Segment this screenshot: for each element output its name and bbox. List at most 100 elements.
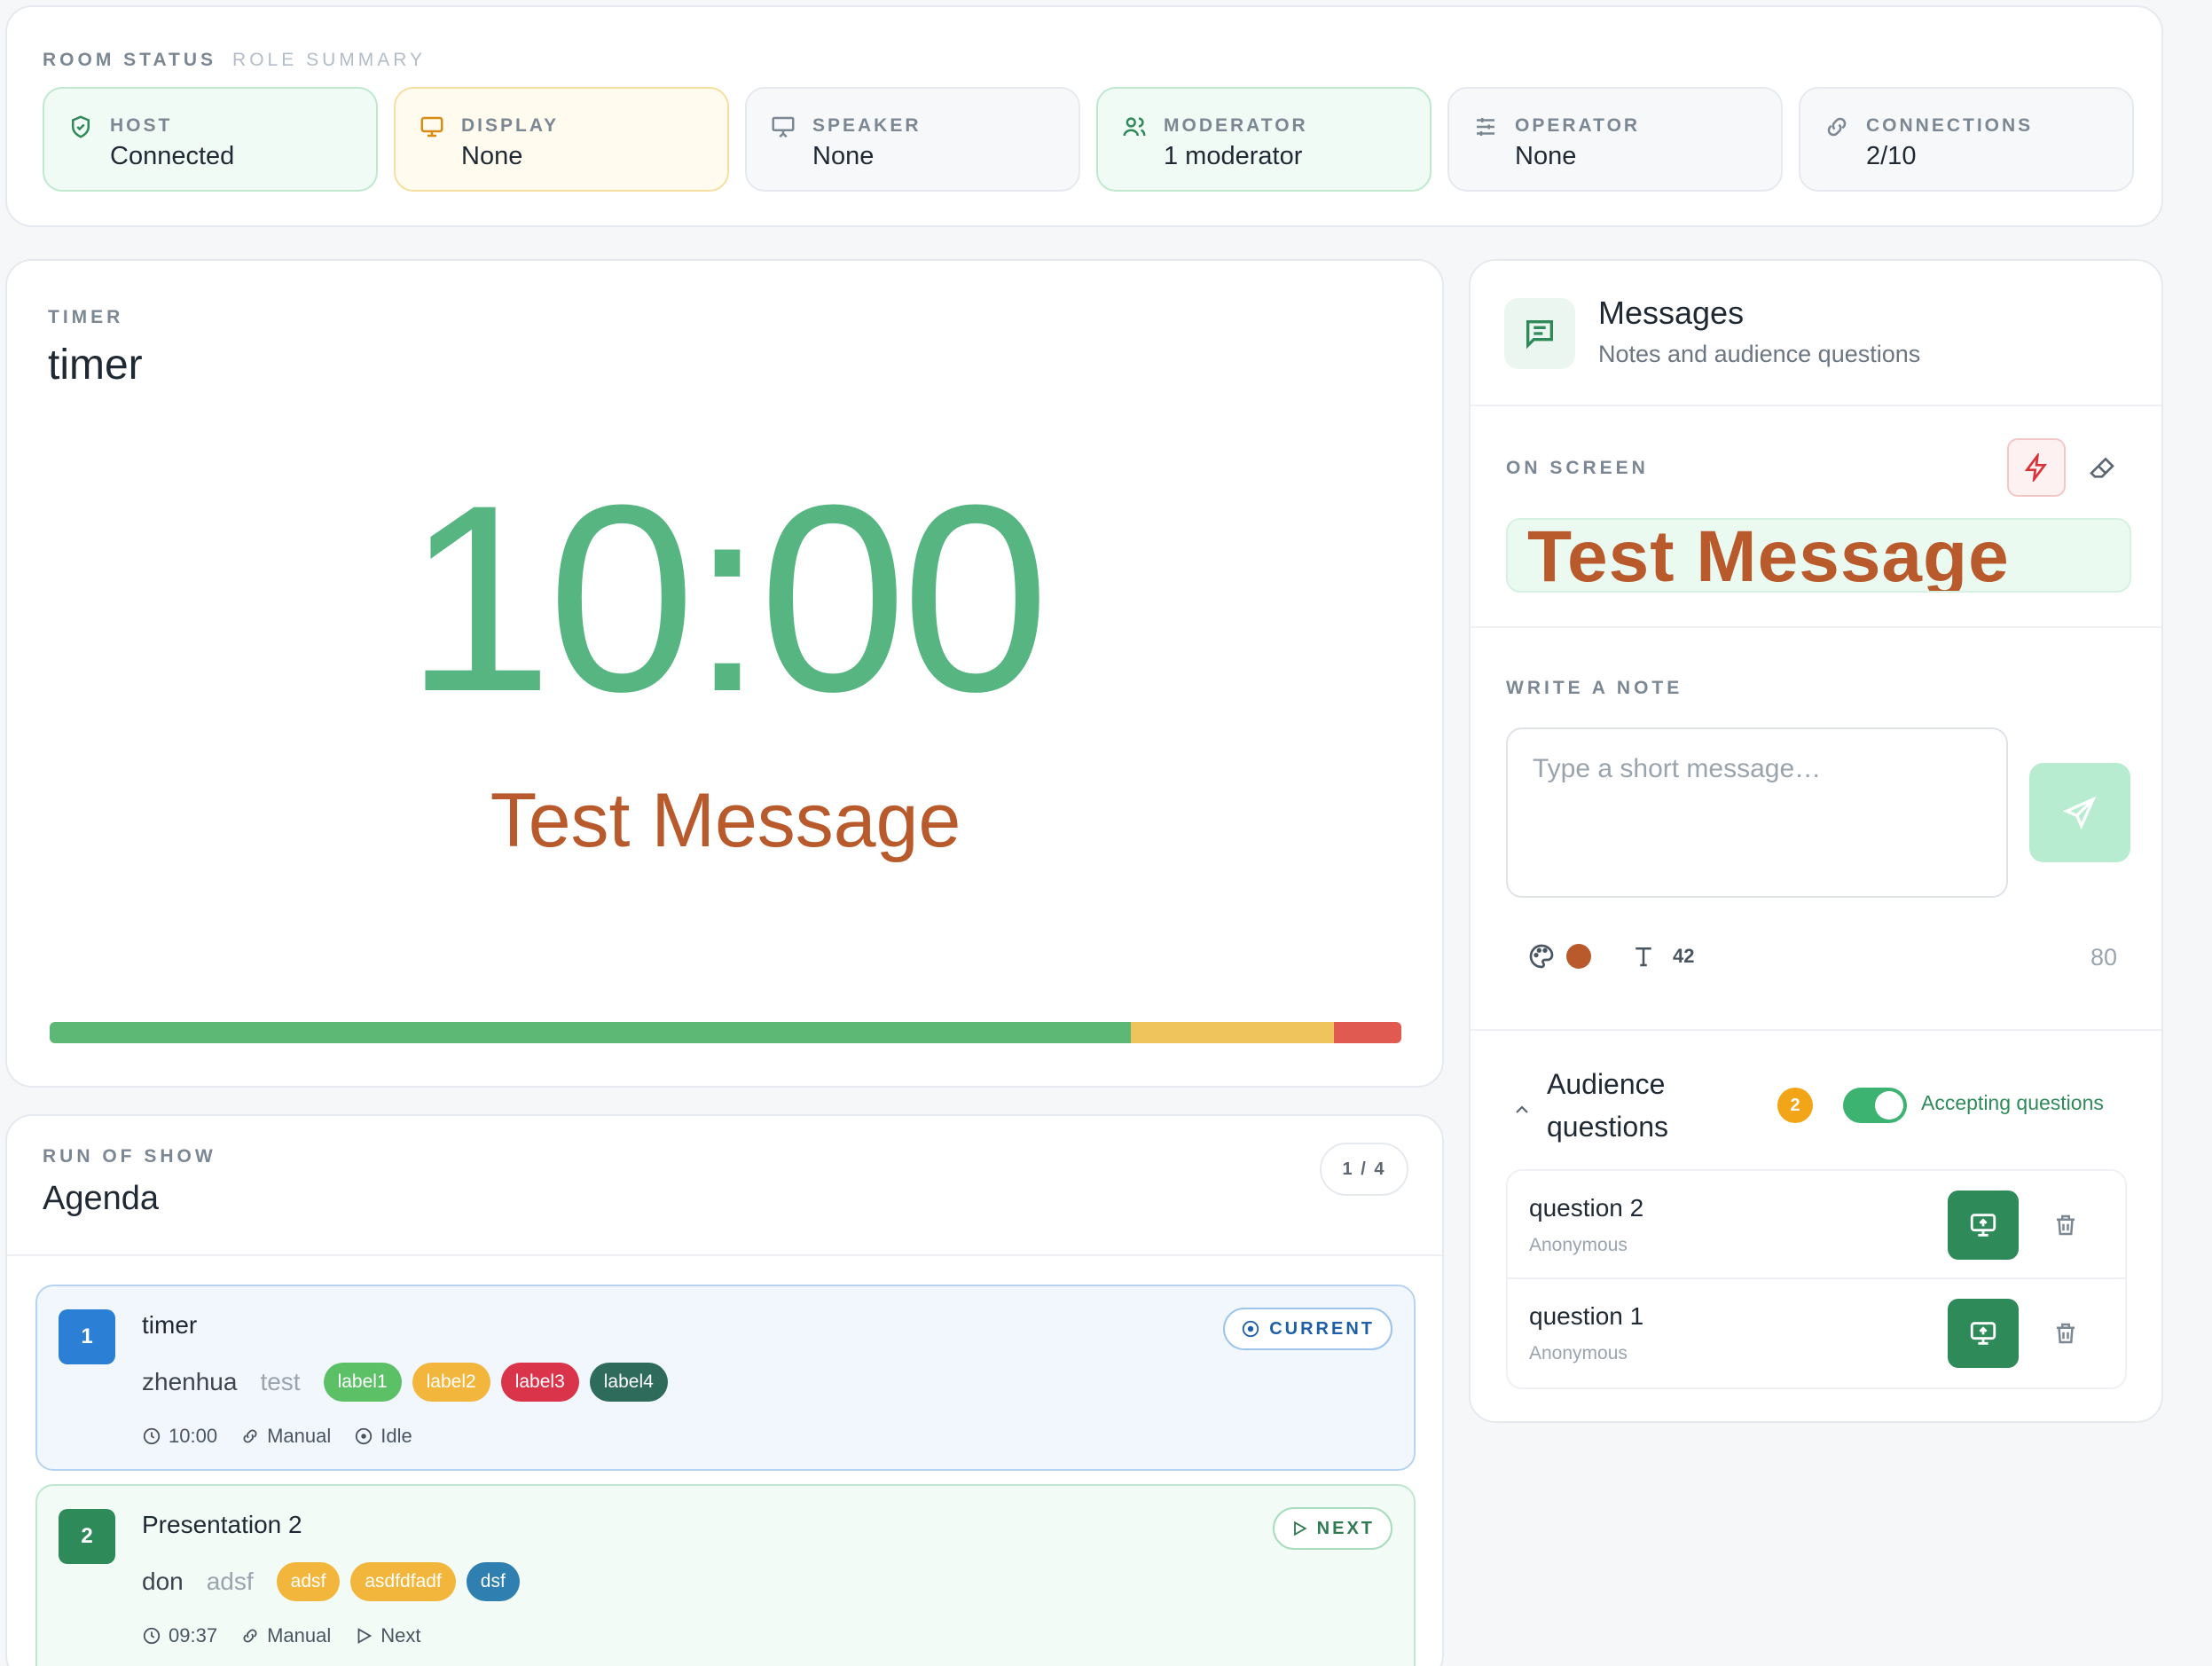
agenda-item-speaker: don xyxy=(142,1568,184,1595)
status-circle-icon xyxy=(356,1427,373,1445)
flash-button[interactable] xyxy=(2007,438,2066,497)
agenda-pager: 1 / 4 xyxy=(1320,1143,1408,1196)
current-badge: CURRENT xyxy=(1223,1308,1392,1350)
timer-card: TIMER timer 10:00 Test Message xyxy=(5,259,1444,1088)
status-tile-moderator: MODERATOR 1 moderator xyxy=(1096,87,1432,192)
status-value: 2/10 xyxy=(1866,142,1917,170)
status-tile-display: DISPLAY None xyxy=(394,87,729,192)
status-label: CONNECTIONS xyxy=(1866,115,2034,136)
note-color-swatch[interactable] xyxy=(1566,944,1591,969)
agenda-item-number: 2 xyxy=(59,1509,115,1564)
clock-icon xyxy=(143,1627,161,1645)
question-text: question 2 xyxy=(1529,1194,1644,1222)
agenda-item-state: Idle xyxy=(380,1425,412,1447)
agenda-item-details: don adsf adsf asdfdfadf dsf xyxy=(142,1562,520,1601)
divider xyxy=(7,1254,1442,1256)
tag: adsf xyxy=(276,1562,341,1601)
tag: asdfdfadf xyxy=(350,1562,456,1601)
sliders-icon xyxy=(1477,118,1494,136)
current-badge-label: CURRENT xyxy=(1269,1318,1375,1339)
agenda-item-meta: 10:00 Manual Idle xyxy=(142,1425,412,1448)
message-square-icon xyxy=(1526,320,1553,350)
delete-question-button[interactable] xyxy=(2051,1318,2081,1348)
link-icon xyxy=(243,1629,257,1643)
agenda-eyebrow: RUN OF SHOW xyxy=(43,1146,216,1167)
agenda-item-mode: Manual xyxy=(267,1624,332,1646)
messages-icon-box xyxy=(1504,298,1575,369)
divider xyxy=(1471,405,2161,406)
agenda-title: Agenda xyxy=(43,1180,160,1217)
messages-title: Messages xyxy=(1598,295,1745,331)
questions-count-badge: 2 xyxy=(1777,1088,1813,1123)
messages-subtitle: Notes and audience questions xyxy=(1598,341,1921,367)
agenda-card: RUN OF SHOW Agenda 1 / 4 1 timer CURRENT… xyxy=(5,1114,1444,1666)
agenda-item-meta: 09:37 Manual Next xyxy=(142,1624,420,1647)
tag: label3 xyxy=(500,1363,579,1402)
show-question-button[interactable] xyxy=(1948,1299,2019,1368)
send-note-button[interactable] xyxy=(2029,763,2130,862)
question-author: Anonymous xyxy=(1529,1235,1628,1255)
clear-message-button[interactable] xyxy=(2083,449,2122,488)
timer-progress-bar xyxy=(50,1022,1401,1043)
status-value: 1 moderator xyxy=(1164,142,1303,170)
status-value: None xyxy=(812,142,875,170)
on-screen-message: Test Message xyxy=(1506,518,2131,593)
screen-share-icon xyxy=(1970,1322,1996,1345)
on-screen-label: ON SCREEN xyxy=(1506,458,1649,478)
agenda-item[interactable]: 2 Presentation 2 NEXT don adsf adsf asdf… xyxy=(35,1484,1416,1666)
divider xyxy=(1471,626,2161,628)
link-icon xyxy=(1827,117,1847,137)
shield-check-icon xyxy=(72,115,90,138)
trash-icon xyxy=(2057,1214,2075,1236)
audience-questions-title: Audience questions xyxy=(1547,1068,1668,1143)
agenda-item-number: 1 xyxy=(59,1309,115,1364)
tab-room-status[interactable]: ROOM STATUS xyxy=(43,50,216,71)
chevron-up-icon[interactable] xyxy=(1511,1099,1533,1120)
messages-card: Messages Notes and audience questions ON… xyxy=(1469,259,2163,1423)
timer-display: 10:00 xyxy=(404,449,1050,747)
progress-yellow-segment xyxy=(1131,1022,1334,1043)
room-status-card: ROOM STATUS ROLE SUMMARY HOST Connected … xyxy=(5,5,2163,227)
text-size-icon[interactable] xyxy=(1630,943,1657,970)
agenda-item-duration: 10:00 xyxy=(169,1425,218,1447)
delete-question-button[interactable] xyxy=(2051,1210,2081,1240)
question-text: question 1 xyxy=(1529,1302,1644,1330)
agenda-item-state: Next xyxy=(380,1624,421,1646)
accepting-questions-toggle[interactable] xyxy=(1843,1088,1907,1123)
presentation-icon xyxy=(772,116,795,138)
users-icon xyxy=(1123,117,1146,137)
status-tile-host: HOST Connected xyxy=(43,87,378,192)
clock-icon xyxy=(143,1427,161,1445)
note-input[interactable] xyxy=(1506,727,2008,898)
tab-role-summary[interactable]: ROLE SUMMARY xyxy=(232,50,426,71)
status-label: SPEAKER xyxy=(812,115,922,136)
tag: label2 xyxy=(412,1363,490,1402)
monitor-icon xyxy=(420,116,443,138)
questions-list: question 2 Anonymous question 1 Anonymou… xyxy=(1506,1169,2127,1389)
char-limit: 80 xyxy=(2090,944,2117,971)
question-item: question 1 Anonymous xyxy=(1508,1279,2125,1387)
next-badge: NEXT xyxy=(1272,1507,1392,1550)
palette-icon[interactable] xyxy=(1527,942,1556,971)
agenda-item-role: test xyxy=(260,1368,301,1395)
play-icon xyxy=(1293,1521,1307,1536)
agenda-item-title: timer xyxy=(142,1311,198,1339)
timer-message: Test Message xyxy=(490,778,961,863)
status-value: None xyxy=(461,142,523,170)
accepting-questions-label: Accepting questions xyxy=(1921,1091,2104,1114)
trash-icon xyxy=(2057,1323,2075,1344)
status-label: OPERATOR xyxy=(1515,115,1641,136)
font-size-value: 42 xyxy=(1673,945,1695,967)
write-note-label: WRITE A NOTE xyxy=(1506,678,1683,698)
divider xyxy=(1471,1029,2161,1031)
status-value: None xyxy=(1515,142,1577,170)
screen-share-icon xyxy=(1970,1214,1996,1237)
target-icon xyxy=(1243,1320,1259,1338)
agenda-item-duration: 09:37 xyxy=(169,1624,218,1646)
status-tile-operator: OPERATOR None xyxy=(1447,87,1783,192)
status-tile-connections: CONNECTIONS 2/10 xyxy=(1799,87,2134,192)
show-question-button[interactable] xyxy=(1948,1191,2019,1260)
status-tile-speaker: SPEAKER None xyxy=(745,87,1080,192)
status-value: Connected xyxy=(110,142,235,170)
agenda-item[interactable]: 1 timer CURRENT zhenhua test label1 labe… xyxy=(35,1285,1416,1471)
